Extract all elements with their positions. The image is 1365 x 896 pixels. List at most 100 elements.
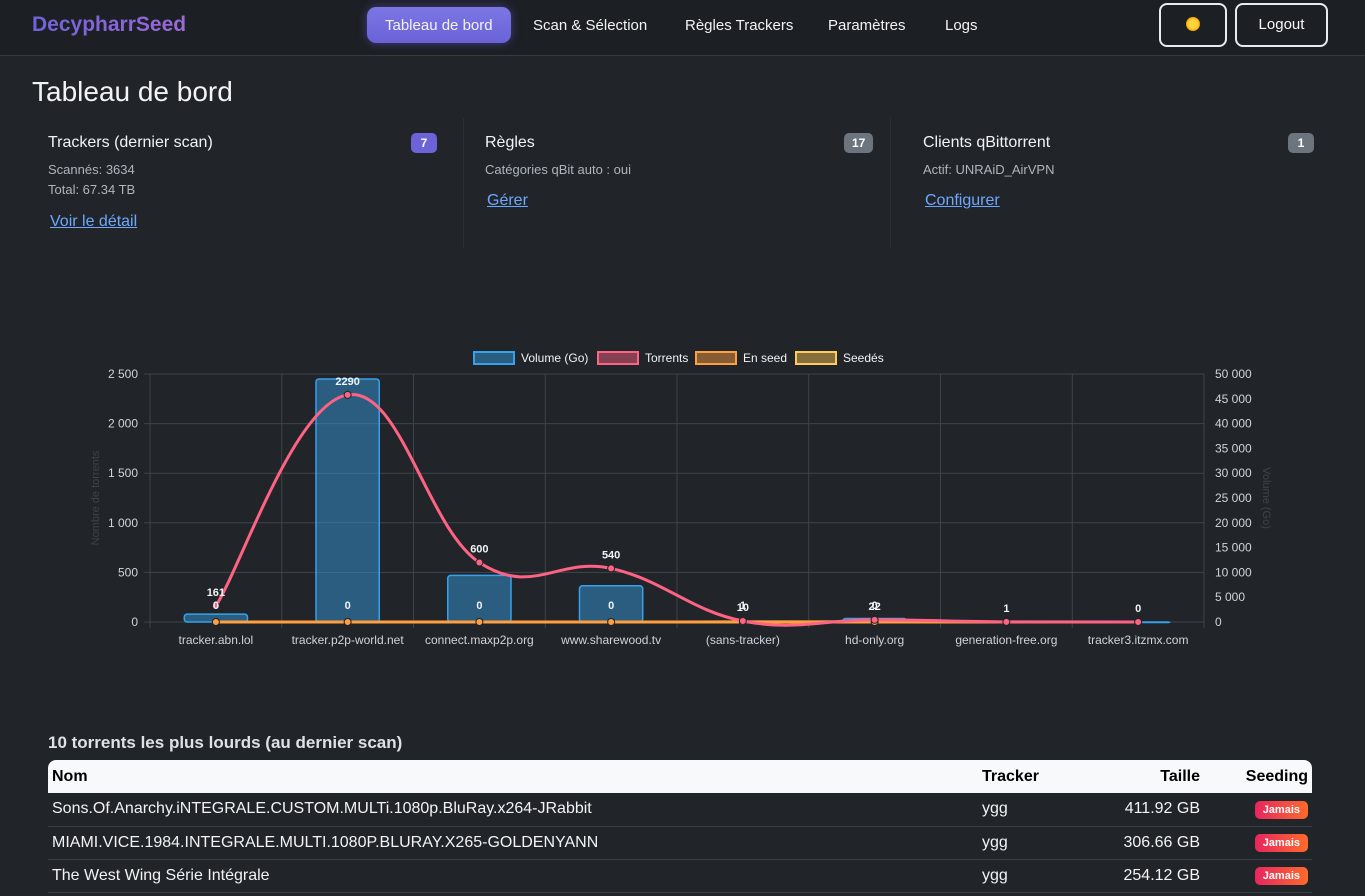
line-point [211,618,220,626]
y-left-tick-label: 2 000 [108,417,138,431]
top-navbar: DecypharrSeed Tableau de bord Scan & Sél… [0,0,1365,56]
card-trackers-title: Trackers (dernier scan) [48,134,213,151]
y-right-tick-label: 0 [1215,615,1222,629]
y-right-tick-label: 35 000 [1215,441,1252,455]
col-seeding-header: Seeding [1245,767,1308,785]
trackers-chart: 05001 0001 5002 0002 50005 00010 00015 0… [90,351,1272,647]
nav-logs[interactable]: Logs [927,7,996,43]
y-left-tick-label: 1 500 [108,466,138,480]
y-right-tick-label: 40 000 [1215,417,1252,431]
line-point [475,558,484,567]
torrent-size: 306.66 GB [1078,826,1204,860]
logout-button[interactable]: Logout [1235,3,1328,47]
rules-categories: Catégories qBit auto : oui [485,162,631,177]
table-row: The West Wing Série Intégrale ygg 254.12… [48,859,1312,893]
x-tick-label: www.sharewood.tv [560,633,661,647]
table-row: MIAMI.VICE.1984.INTEGRALE.MULTI.1080P.BL… [48,826,1312,860]
y-right-tick-label: 30 000 [1215,466,1252,480]
legend-swatch [695,351,737,365]
seeding-status-badge: Jamais [1254,800,1308,819]
line-point [343,618,352,626]
data-label: 161 [207,587,225,599]
data-label: 0 [345,600,351,612]
line-point [607,618,616,626]
legend-label: En seed [743,351,787,365]
bar-volume [315,378,380,623]
y-right-tick-label: 25 000 [1215,491,1252,505]
table-header-row: Nom Tracker Taille Seeding [48,760,1312,793]
trackers-scanned: Scannés: 3634 [48,162,135,177]
legend-label: Torrents [645,351,688,365]
line-point [738,617,747,626]
torrent-tracker: ygg [978,859,1078,893]
card-trackers: Trackers (dernier scan) 7 Scannés: 3634 … [48,118,464,248]
y-right-tick-label: 20 000 [1215,516,1252,530]
torrent-tracker: ygg [978,793,1078,827]
seeding-status-badge: Jamais [1254,867,1308,885]
y-right-tick-label: 15 000 [1215,541,1252,555]
col-name-header: Nom [52,767,88,785]
manage-rules-link[interactable]: Gérer [487,192,528,210]
legend-label: Volume (Go) [521,351,588,365]
nav-tracker-rules[interactable]: Règles Trackers [667,7,811,43]
data-label: 540 [602,549,620,561]
torrent-tracker: ygg [978,826,1078,860]
x-tick-label: connect.maxp2p.org [425,633,534,647]
nav-settings[interactable]: Paramètres [810,7,924,43]
legend-label: Seedés [843,351,884,365]
view-detail-link[interactable]: Voir le détail [50,213,137,231]
y-left-axis-title: Nombre de torrents [90,450,102,545]
nav-scan-selection[interactable]: Scan & Sélection [515,7,665,43]
line-point [343,390,352,399]
sun-icon [1186,16,1200,31]
data-label: 0 [1135,603,1141,615]
y-right-tick-label: 45 000 [1215,392,1252,406]
legend-swatch [597,351,639,365]
y-left-tick-label: 1 000 [108,516,138,530]
y-right-tick-label: 5 000 [1215,590,1245,604]
torrent-name: MIAMI.VICE.1984.INTEGRALE.MULTI.1080P.BL… [48,826,978,860]
col-size-header: Taille [1160,767,1200,785]
y-right-axis-title: Volume (Go) [1260,467,1272,529]
active-client: Actif: UNRAiD_AirVPN [923,162,1055,177]
torrent-name: The West Wing Série Intégrale [48,859,978,893]
data-label: 0 [608,600,614,612]
y-right-tick-label: 50 000 [1215,367,1252,381]
data-label: 0 [872,600,878,612]
line-point [607,564,616,573]
seeding-status-badge: Jamais [1254,834,1308,852]
data-label: 0 [213,600,219,612]
page-title: Tableau de bord [32,76,233,107]
data-label: 600 [470,543,488,555]
y-right-tick-label: 10 000 [1215,565,1252,579]
line-point [1002,617,1011,626]
nav-dashboard[interactable]: Tableau de bord [367,7,511,43]
trackers-count-badge: 7 [411,133,437,153]
y-left-tick-label: 0 [131,615,138,629]
trackers-total: Total: 67.34 TB [48,182,136,197]
brand-logo[interactable]: DecypharrSeed [32,13,186,37]
y-left-tick-label: 500 [118,565,138,579]
x-tick-label: tracker.p2p-world.net [292,633,405,647]
legend-swatch [473,351,515,365]
top-torrents-table: Nom Tracker Taille Seeding Sons.Of.Anarc… [48,760,1312,893]
x-tick-label: (sans-tracker) [706,633,780,647]
y-left-tick-label: 2 500 [108,367,138,381]
x-tick-label: tracker3.itzmx.com [1088,633,1189,647]
configure-clients-link[interactable]: Configurer [925,192,1000,210]
line-point [1134,618,1143,626]
torrent-name: Sons.Of.Anarchy.iNTEGRALE.CUSTOM.MULTi.1… [48,793,978,827]
col-tracker-header: Tracker [982,767,1039,785]
card-rules: Règles 17 Catégories qBit auto : oui Gér… [485,118,891,248]
data-label: 1 [1003,603,1009,615]
theme-toggle-button[interactable] [1159,3,1227,47]
x-tick-label: tracker.abn.lol [179,633,254,647]
top-torrents-title: 10 torrents les plus lourds (au dernier … [48,733,403,752]
table-row: Sons.Of.Anarchy.iNTEGRALE.CUSTOM.MULTi.1… [48,793,1312,827]
line-point [475,618,484,626]
data-label: 1 [740,600,746,612]
line-point [870,615,879,624]
torrent-size: 411.92 GB [1078,793,1204,827]
card-clients: Clients qBittorrent 1 Actif: UNRAiD_AirV… [923,118,1315,248]
x-tick-label: hd-only.org [845,633,904,647]
